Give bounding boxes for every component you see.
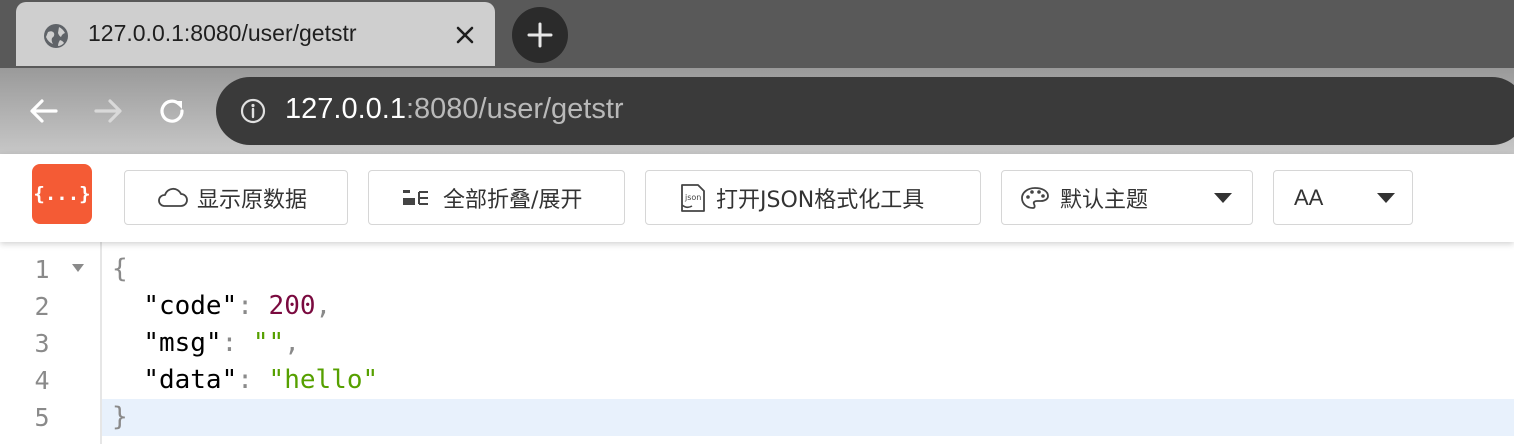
close-icon[interactable] <box>452 22 478 48</box>
json-editor[interactable]: 1 { 2 "code": 200, 3 "msg": "", 4 "data"… <box>0 242 1514 444</box>
fold-toggle-button[interactable]: 全部折叠/展开 <box>368 170 625 225</box>
tab-title: 127.0.0.1:8080/user/getstr <box>88 20 357 46</box>
json-file-icon: json <box>681 183 705 212</box>
code-line: 2 "code": 200, <box>0 288 1514 325</box>
line-number: 3 <box>34 329 50 358</box>
code-line: 4 "data": "hello" <box>0 362 1514 399</box>
code-line: 3 "msg": "", <box>0 325 1514 362</box>
line-number: 1 <box>34 255 50 284</box>
address-url[interactable]: 127.0.0.1:8080/user/getstr <box>285 93 624 126</box>
show-raw-label: 显示原数据 <box>197 187 308 213</box>
fold-arrow-icon[interactable] <box>72 264 84 272</box>
address-bar[interactable]: 127.0.0.1:8080/user/getstr <box>216 77 1514 145</box>
forward-arrow-icon[interactable] <box>86 89 130 133</box>
address-path: :8080/user/getstr <box>405 93 624 125</box>
svg-text:json: json <box>684 193 701 202</box>
code-text: "msg": "", <box>143 328 300 358</box>
reload-icon[interactable] <box>150 89 194 133</box>
chevron-down-icon <box>1377 193 1395 203</box>
back-arrow-icon[interactable] <box>22 89 66 133</box>
font-size-select-value: AA <box>1294 184 1324 210</box>
browser-toolbar: 127.0.0.1:8080/user/getstr <box>0 68 1514 154</box>
open-formatter-label: 打开JSON格式化工具 <box>716 187 925 213</box>
open-formatter-button[interactable]: json 打开JSON格式化工具 <box>645 170 981 225</box>
plus-icon <box>527 22 553 48</box>
cloud-icon <box>158 187 188 207</box>
font-size-select[interactable]: AA <box>1273 170 1413 225</box>
info-icon[interactable] <box>240 98 266 124</box>
code-text: "code": 200, <box>143 291 332 321</box>
json-viewer-logo: {...} <box>32 164 92 224</box>
fold-lines-icon <box>403 189 428 205</box>
new-tab-button[interactable] <box>512 7 568 63</box>
json-viewer-toolbar: {...} 显示原数据 全部折叠/展开 json 打开JSON格式化工具 默认主… <box>0 154 1514 242</box>
theme-select-value: 默认主题 <box>1060 187 1149 213</box>
globe-icon <box>44 24 68 48</box>
code-text: "data": "hello" <box>143 365 379 395</box>
browser-tab[interactable]: 127.0.0.1:8080/user/getstr <box>16 2 495 66</box>
code-line-active: 5 } <box>34 399 1514 436</box>
code-text: } <box>112 402 128 432</box>
fold-toggle-label: 全部折叠/展开 <box>443 187 583 213</box>
line-number: 2 <box>34 292 50 321</box>
theme-select[interactable]: 默认主题 <box>1001 170 1253 225</box>
code-line: 1 { <box>0 251 1514 288</box>
code-text: { <box>112 254 128 284</box>
tab-strip: 127.0.0.1:8080/user/getstr <box>0 0 1514 68</box>
chevron-down-icon <box>1214 193 1232 203</box>
show-raw-button[interactable]: 显示原数据 <box>124 170 348 225</box>
line-number: 4 <box>34 366 50 395</box>
address-host: 127.0.0.1 <box>285 93 406 125</box>
line-number: 5 <box>34 403 50 432</box>
palette-icon <box>1021 186 1049 209</box>
